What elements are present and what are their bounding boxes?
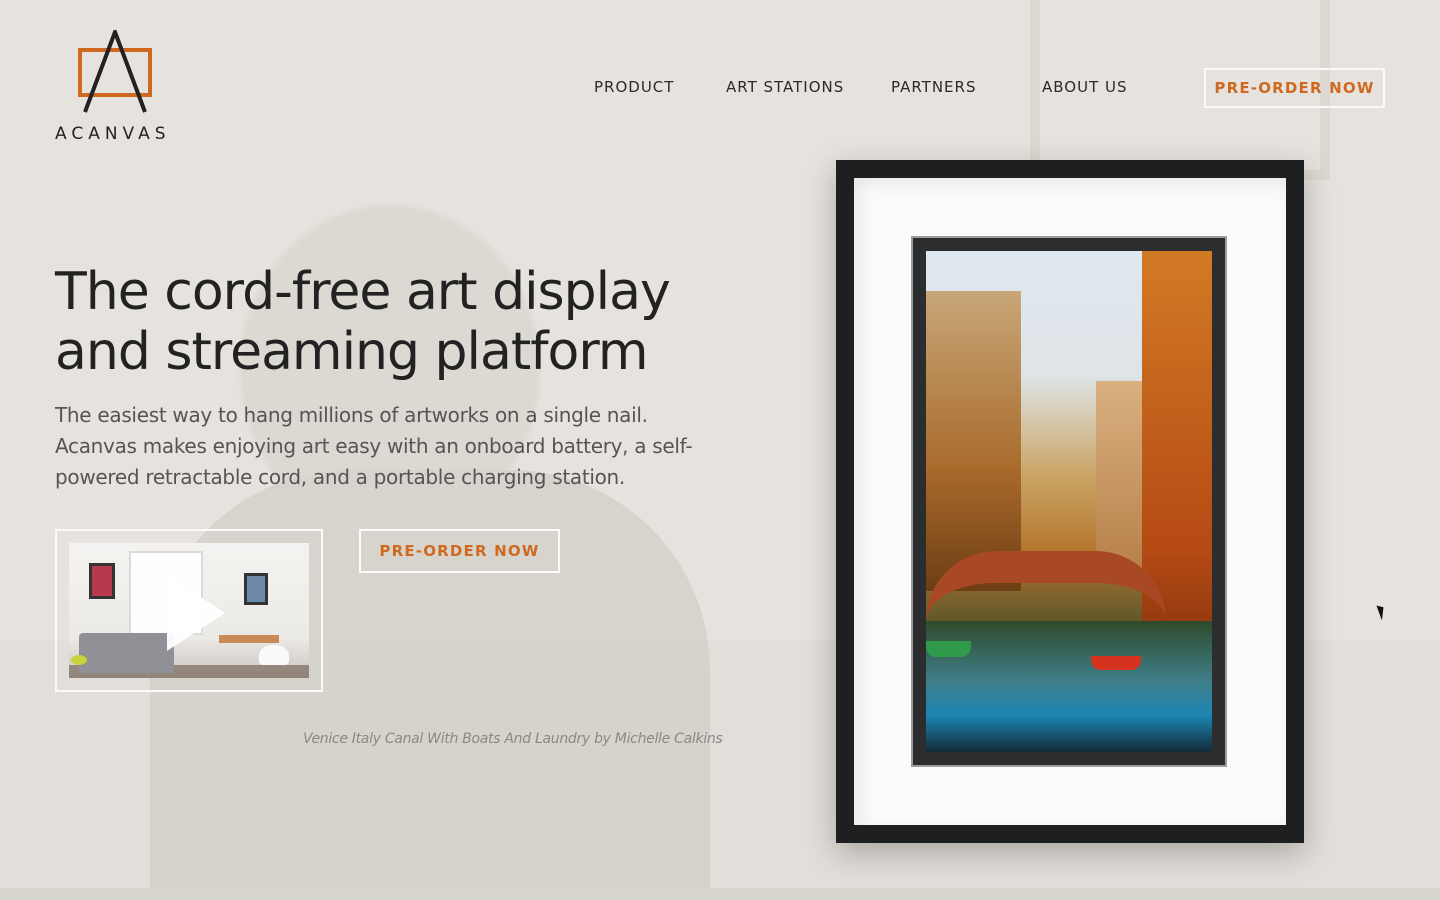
- hero-preorder-button[interactable]: PRE-ORDER NOW: [359, 529, 560, 573]
- acanvas-logo-icon: [78, 30, 152, 113]
- hero-headline: The cord-free art display and streaming …: [55, 262, 671, 382]
- nav-item-art-stations[interactable]: ART STATIONS: [726, 78, 844, 96]
- play-icon[interactable]: [167, 575, 225, 651]
- page-bottom-edge: [0, 888, 1440, 900]
- video-thumbnail[interactable]: [55, 529, 323, 692]
- header-preorder-button[interactable]: PRE-ORDER NOW: [1204, 68, 1385, 108]
- display-screen: [911, 236, 1227, 767]
- frame-mat: [854, 178, 1286, 825]
- brand-name: ACANVAS: [55, 124, 171, 144]
- video-preview-image: [69, 543, 309, 678]
- artwork-caption: Venice Italy Canal With Boats And Laundr…: [303, 731, 723, 747]
- art-frame-display: [836, 160, 1304, 843]
- nav-item-partners[interactable]: PARTNERS: [891, 78, 976, 96]
- nav-item-about-us[interactable]: ABOUT US: [1042, 78, 1128, 96]
- nav-item-product[interactable]: PRODUCT: [594, 78, 674, 96]
- brand-logo[interactable]: ACANVAS: [55, 30, 185, 144]
- venice-canal-painting: [926, 251, 1212, 752]
- hero-subtext: The easiest way to hang millions of artw…: [55, 403, 693, 489]
